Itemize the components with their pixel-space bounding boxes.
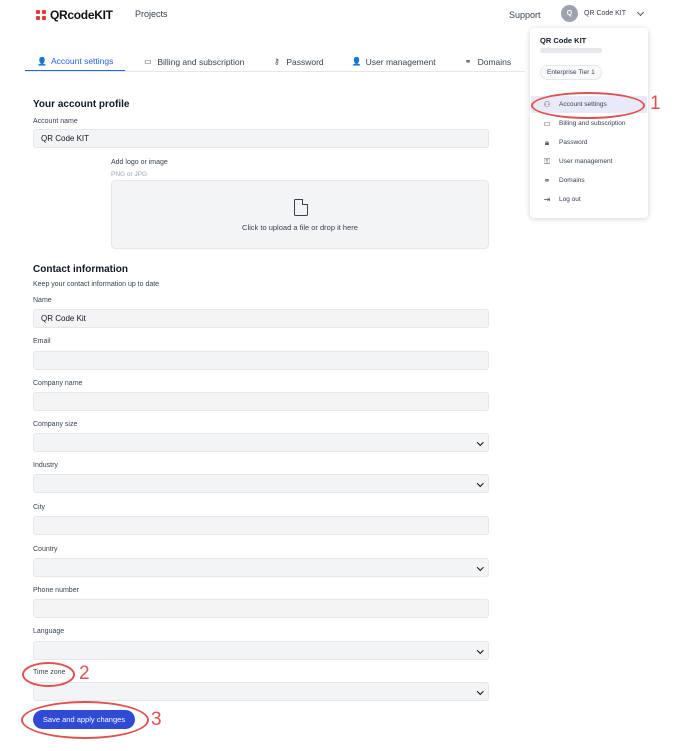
tabs-divider [25, 71, 525, 72]
menu-item-label: Password [559, 139, 588, 146]
menu-item-label: Billing and subscription [559, 120, 626, 127]
annotation-ring-account-settings [531, 92, 645, 119]
tab-label: Billing and subscription [157, 56, 245, 67]
menu-item-password[interactable]: 🔒︎ Password [531, 134, 647, 151]
tab-password[interactable]: ⚷ Password [260, 52, 335, 71]
upload-instructions: Click to upload a file or drop it here [242, 223, 358, 232]
key-icon: ⚷ [273, 57, 280, 66]
card-icon: ▭ [543, 119, 551, 128]
email-label: Email [33, 338, 51, 345]
tab-user-management[interactable]: 👤 User management [340, 52, 448, 71]
phone-number-input[interactable] [33, 599, 489, 618]
industry-label: Industry [33, 462, 58, 469]
user-dropdown-menu: QR Code KIT Enterprise Tier 1 ⚇ Account … [530, 28, 648, 218]
name-input[interactable]: QR Code Kit [33, 309, 489, 328]
company-name-label: Company name [33, 380, 83, 387]
tab-label: Password [286, 56, 324, 67]
company-size-select[interactable] [33, 433, 489, 452]
nav-projects-link[interactable]: Projects [135, 9, 168, 19]
plan-badge: Enterprise Tier 1 [540, 65, 602, 80]
contact-information-subtitle: Keep your contact information up to date [33, 281, 160, 288]
menu-item-user-management[interactable]: ⚿ User management [531, 153, 647, 170]
annotation-ring-save-button [21, 701, 149, 739]
brand-logo[interactable]: QRcodeKIT [36, 8, 113, 22]
name-label: Name [33, 297, 52, 304]
user-name: QR Code KIT [584, 10, 627, 17]
time-zone-select[interactable] [33, 682, 489, 701]
country-label: Country [33, 546, 58, 553]
tab-billing[interactable]: ▭ Billing and subscription [131, 52, 256, 71]
annotation-number-3: 3 [151, 709, 162, 730]
annotation-number-1: 1 [650, 93, 661, 114]
account-name-label: Account name [33, 118, 78, 125]
contact-information-title: Contact information [33, 264, 128, 275]
language-select[interactable] [33, 641, 489, 660]
industry-select[interactable] [33, 474, 489, 493]
annotation-ring-time-zone [22, 662, 75, 687]
link-icon: ⚭ [464, 57, 472, 66]
logo-upload-dropzone[interactable]: Click to upload a file or drop it here [111, 180, 489, 249]
menu-item-domains[interactable]: ⚭ Domains [531, 172, 647, 189]
file-icon [294, 199, 308, 216]
user-icon: 👤 [351, 57, 362, 66]
annotation-number-2: 2 [79, 663, 90, 684]
language-label: Language [33, 628, 65, 635]
link-icon: ⚭ [543, 176, 551, 185]
tab-label: Account settings [51, 56, 114, 66]
logo-upload-label: Add logo or image [111, 159, 168, 166]
chevron-down-icon [636, 8, 645, 16]
lock-icon: 🔒︎ [544, 137, 550, 147]
settings-tabs: 👤 Account settings ▭ Billing and subscri… [25, 52, 523, 72]
logout-icon: ⇥ [543, 195, 551, 204]
brand-name: QRcodeKIT [50, 8, 113, 22]
avatar: Q [561, 5, 578, 22]
menu-user-email-redacted [540, 48, 602, 53]
tab-label: User management [365, 56, 436, 67]
logo-icon [36, 10, 46, 20]
menu-item-log-out[interactable]: ⇥ Log out [531, 191, 647, 208]
tab-domains[interactable]: ⚭ Domains [452, 52, 524, 71]
key-icon: ⚿ [543, 156, 551, 166]
card-icon: ▭ [144, 57, 152, 66]
city-label: City [33, 504, 46, 511]
nav-support-link[interactable]: Support [509, 10, 541, 20]
company-size-label: Company size [33, 421, 78, 428]
country-select[interactable] [33, 558, 489, 577]
phone-number-label: Phone number [33, 587, 79, 594]
menu-item-label: Log out [559, 196, 581, 203]
menu-item-label: User management [559, 158, 613, 165]
tab-label: Domains [477, 56, 512, 67]
top-bar: QRcodeKIT Projects Support Q QR Code KIT [0, 0, 688, 30]
menu-item-label: Domains [559, 177, 585, 184]
logo-upload-hint: PNG or JPG [111, 171, 148, 178]
tab-account-settings[interactable]: 👤 Account settings [25, 52, 126, 71]
city-input[interactable] [33, 516, 489, 535]
email-input[interactable] [33, 351, 489, 370]
user-icon: 👤 [37, 56, 47, 66]
account-name-input[interactable]: QR Code KIT [33, 129, 489, 148]
company-name-input[interactable] [33, 392, 489, 411]
menu-user-name: QR Code KIT [540, 36, 587, 45]
user-menu-toggle[interactable]: Q QR Code KIT [561, 5, 645, 22]
account-profile-title: Your account profile [33, 99, 130, 110]
